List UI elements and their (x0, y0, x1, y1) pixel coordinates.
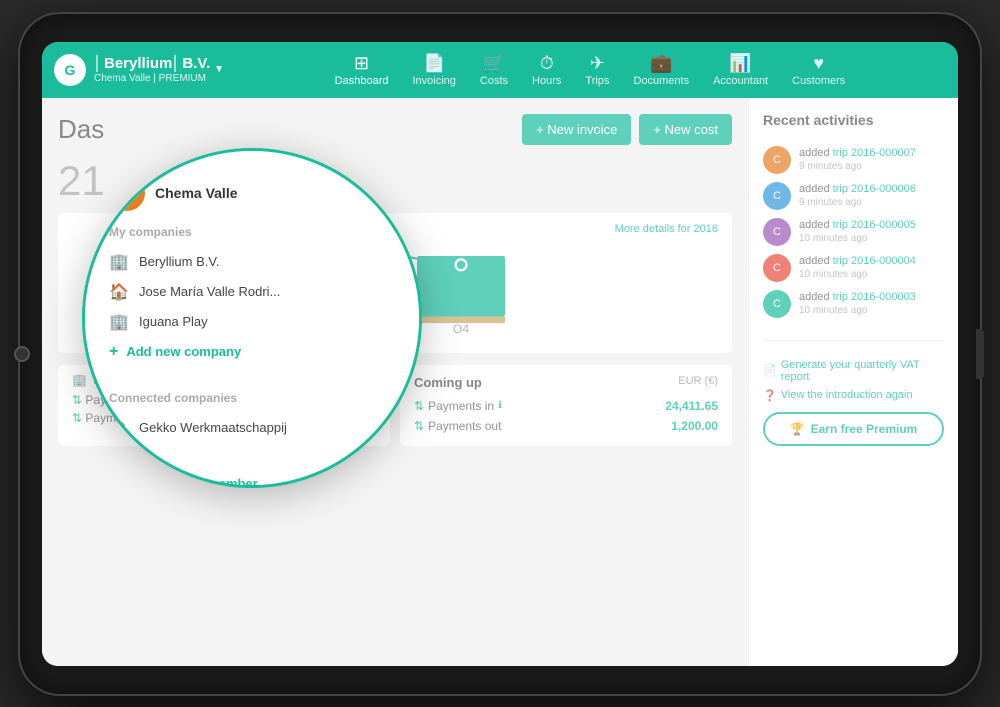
company-item-gekko[interactable]: ⇄ Gekko Werkmaatschappij (109, 413, 395, 443)
company-icon-beryllium: 🏢 (109, 252, 129, 272)
company-name: BerylliumB.V. (94, 55, 210, 73)
app-logo: G (54, 54, 86, 86)
main-content: Das + New invoice + New cost 21 More det… (42, 98, 958, 666)
invoicing-icon: 📄 (423, 53, 445, 74)
tablet-frame: G BerylliumB.V. Chema Valle | PREMIUM ▼ … (20, 14, 980, 694)
customers-icon: ♥ (813, 53, 824, 74)
nav-items: ⊞ Dashboard 📄 Invoicing 🛒 Costs ⏱ Hours … (234, 49, 946, 91)
company-item-beryllium[interactable]: 🏢 Beryllium B.V. (109, 247, 395, 277)
nav-item-trips[interactable]: ✈ Trips (575, 49, 619, 91)
top-nav: G BerylliumB.V. Chema Valle | PREMIUM ▼ … (42, 42, 958, 98)
hours-icon: ⏱ (540, 53, 554, 74)
nav-item-customers[interactable]: ♥ Customers (782, 49, 855, 91)
dropdown-user-name: Chema Valle (155, 185, 238, 201)
company-icon-iguana: 🏢 (109, 312, 129, 332)
trips-icon: ✈ (590, 53, 605, 74)
company-item-iguana[interactable]: 🏢 Iguana Play (109, 307, 395, 337)
connected-label: Connected companies (109, 391, 395, 405)
add-company-button[interactable]: + Add new company (109, 337, 395, 367)
dropdown-overlay: C Chema Valle My companies 🏢 Beryllium B… (42, 98, 958, 666)
company-dropdown[interactable]: C Chema Valle My companies 🏢 Beryllium B… (82, 148, 422, 488)
documents-icon: 💼 (650, 53, 672, 74)
connected-section: Connected companies ⇄ Gekko Werkmaatscha… (109, 391, 395, 443)
company-selector[interactable]: G BerylliumB.V. Chema Valle | PREMIUM ▼ (54, 54, 234, 86)
nav-item-dashboard[interactable]: ⊞ Dashboard (325, 49, 399, 91)
nav-item-documents[interactable]: 💼 Documents (623, 49, 699, 91)
dropdown-user-row: C Chema Valle (109, 175, 395, 211)
costs-icon: 🛒 (483, 53, 505, 74)
company-icon-jose: 🏠 (109, 282, 129, 302)
my-companies-label: My companies (109, 225, 395, 239)
company-icon-gekko: ⇄ (109, 418, 129, 438)
tablet-screen: G BerylliumB.V. Chema Valle | PREMIUM ▼ … (42, 42, 958, 666)
company-dropdown-arrow: ▼ (214, 64, 224, 75)
dropdown-menu: C Chema Valle My companies 🏢 Beryllium B… (85, 151, 419, 485)
nav-item-accountant[interactable]: 📊 Accountant (703, 49, 778, 91)
invite-team-member-button[interactable]: 👥 Invite team member (109, 467, 395, 488)
plus-icon: + (109, 343, 118, 361)
company-subtitle: Chema Valle | PREMIUM (94, 73, 210, 84)
nav-item-hours[interactable]: ⏱ Hours (522, 49, 571, 91)
company-item-jose[interactable]: 🏠 Jose María Valle Rodri... (109, 277, 395, 307)
accountant-icon: 📊 (729, 53, 751, 74)
dropdown-user-avatar: C (109, 175, 145, 211)
dashboard-icon: ⊞ (354, 53, 369, 74)
nav-item-costs[interactable]: 🛒 Costs (470, 49, 518, 91)
nav-item-invoicing[interactable]: 📄 Invoicing (403, 49, 466, 91)
